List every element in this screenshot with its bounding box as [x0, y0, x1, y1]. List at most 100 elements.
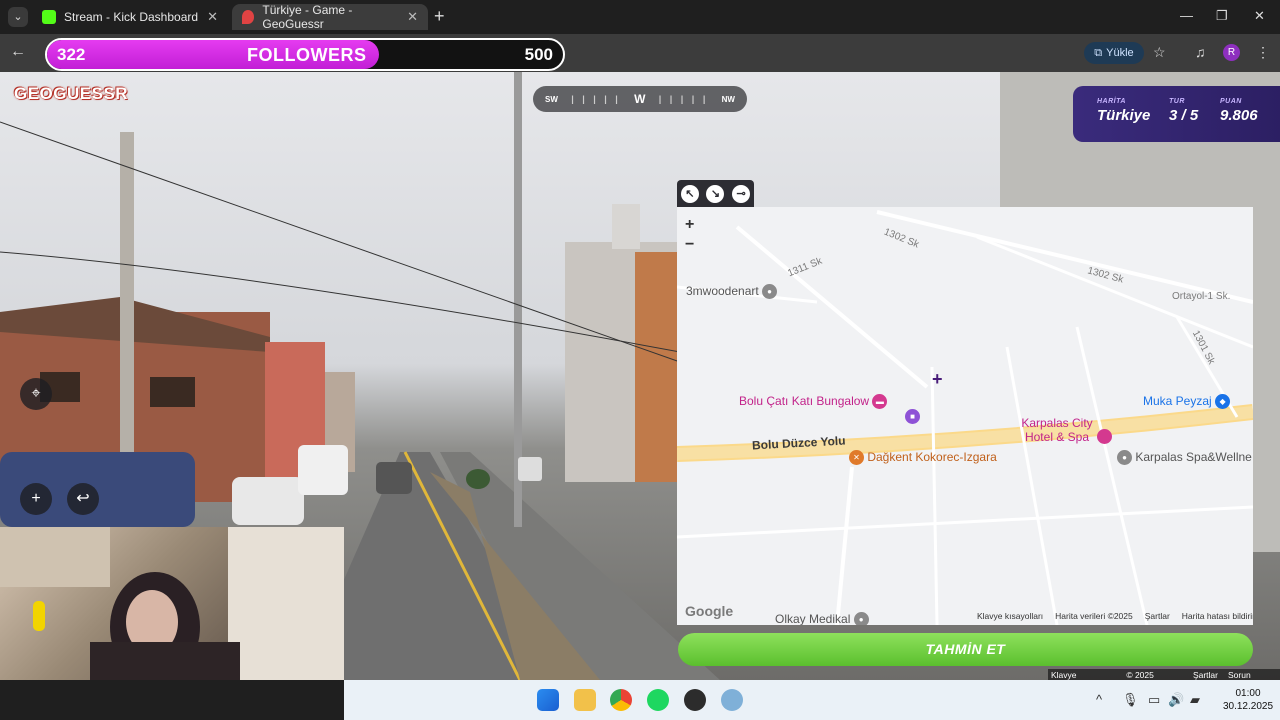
hotel-icon: ▬ [872, 394, 888, 410]
profile-avatar[interactable]: R [1223, 44, 1240, 61]
clock-date: 30.12.2025 [1222, 701, 1274, 712]
map-value: Türkiye [1097, 107, 1151, 124]
report-problem-link[interactable]: Sorun bildirin [1225, 669, 1280, 680]
shrink-map-icon[interactable]: ↘ [706, 184, 725, 203]
location-pin-icon: ● [762, 284, 778, 300]
copyright-label: © 2025 Google [1126, 670, 1154, 680]
maximize-button[interactable]: ❐ [1216, 8, 1228, 24]
keyboard-shortcuts-link[interactable]: Klavye kısayolları [1048, 669, 1119, 680]
obs-icon[interactable] [684, 689, 706, 711]
install-app-button[interactable]: ⧉ Yükle [1084, 42, 1144, 64]
restaurant-icon: ✕ [849, 450, 864, 466]
guess-button[interactable]: TAHMİN ET [678, 633, 1253, 666]
score-value: 9.806 [1220, 107, 1258, 124]
tab-geoguessr[interactable]: Türkiye - Game - GeoGuessr ✕ [232, 3, 428, 31]
new-tab-button[interactable]: + [434, 7, 445, 25]
street-view-panorama[interactable]: GEOGUESSR SW | | | | | W | | | | | NW HA… [0, 72, 1280, 680]
window-close-button[interactable]: ✕ [1254, 8, 1265, 24]
back-arrow-icon[interactable]: ← [10, 43, 26, 61]
tab-title: Türkiye - Game - GeoGuessr [262, 3, 353, 31]
poi-label: Dağkent Kokorec-Izgara [867, 450, 997, 464]
return-to-start-icon[interactable]: ⌖ [20, 378, 52, 410]
map-poi[interactable]: Muka Peyzaj ◆ [1143, 394, 1231, 410]
install-icon: ⧉ [1094, 46, 1103, 59]
game-status-panel: HARİTA Türkiye TUR 3 / 5 PUAN 9.806 [1073, 86, 1280, 142]
tab-search-button[interactable]: ⌄ [8, 7, 28, 27]
chevron-up-icon[interactable]: ^ [1096, 692, 1102, 707]
map-poi[interactable]: Bolu Çatı Katı Bungalow ▬ [739, 394, 888, 410]
install-label: Yükle [1106, 47, 1134, 59]
map-crosshair-icon: + [932, 369, 943, 389]
chrome-icon[interactable] [610, 689, 632, 711]
followers-goal-bar: 322 FOLLOWERS 500 [45, 38, 565, 71]
map-pin-icon [242, 10, 255, 24]
map-poi[interactable]: 3mwoodenart ● [686, 284, 778, 300]
report-map-error-link[interactable]: Harita hatası bildirin [1182, 611, 1253, 621]
compass-right: NW [721, 94, 735, 104]
close-icon[interactable]: ✕ [407, 9, 418, 25]
spotify-icon[interactable] [647, 689, 669, 711]
hotel-icon [1097, 429, 1112, 444]
poi-label: 3mwoodenart [686, 284, 759, 298]
windows-start-icon[interactable] [537, 689, 559, 711]
undo-move-icon[interactable]: ↩ [67, 483, 99, 515]
geoguessr-logo[interactable]: GEOGUESSR [14, 84, 128, 104]
compass-ticks: | | | | | [658, 94, 709, 104]
tab-strip: ⌄ Stream - Kick Dashboard ✕ Türkiye - Ga… [0, 0, 1280, 34]
map-data-label: Harita verileri ©2025 [1055, 611, 1133, 621]
tab-title: Stream - Kick Dashboard [64, 10, 199, 24]
clock-time: 01:00 [1235, 688, 1261, 699]
street-label: Ortayol-1 Sk. [1172, 291, 1231, 302]
terms-link[interactable]: Şartlar [1145, 611, 1170, 621]
round-stat: TUR 3 / 5 [1169, 98, 1198, 124]
poi-label: Karpalas City Hotel & Spa [1021, 416, 1093, 444]
taskbar: ^ 🎙 ▭ 🔊 ▰ 01:00 30.12.2025 [344, 680, 1280, 720]
round-value: 3 / 5 [1169, 107, 1199, 124]
map-poi[interactable]: Karpalas City Hotel & Spa [1012, 416, 1102, 444]
system-clock[interactable]: 01:00 30.12.2025 [1216, 687, 1280, 713]
score-caption: PUAN [1220, 98, 1242, 105]
map-attribution: Klavye kısayolları Harita verileri ©2025… [977, 611, 1253, 621]
poi-label: Olkay Medikal [775, 612, 851, 625]
followers-current: 322 [57, 45, 86, 64]
location-pin-icon: ● [1117, 450, 1132, 466]
zoom-in-button[interactable]: + [20, 483, 52, 515]
compass: SW | | | | | W | | | | | NW [533, 86, 747, 112]
pin-map-icon[interactable]: ⊸ [732, 184, 751, 203]
file-explorer-icon[interactable] [574, 689, 596, 711]
map-zoom-in-button[interactable]: + [685, 215, 694, 235]
network-icon[interactable]: ▭ [1148, 692, 1160, 708]
poi-label: Bolu Çatı Katı Bungalow [739, 394, 870, 408]
keyboard-shortcuts-link[interactable]: Klavye kısayolları [977, 611, 1043, 621]
close-icon[interactable]: ✕ [207, 9, 218, 25]
bookmark-star-icon[interactable]: ☆ [1153, 44, 1166, 61]
google-logo: Google [685, 603, 734, 619]
battery-icon[interactable]: ▰ [1190, 692, 1200, 708]
minimize-button[interactable]: — [1180, 8, 1193, 23]
terms-link[interactable]: Şartlar [1190, 669, 1221, 680]
compass-left: SW [545, 94, 558, 104]
map-poi[interactable]: Olkay Medikal ● [775, 612, 869, 625]
map-caption: HARİTA [1097, 98, 1126, 105]
microphone-icon[interactable]: 🎙 [1122, 692, 1139, 708]
map-poi-shop[interactable]: ■ [905, 409, 920, 425]
followers-label: FOLLOWERS [247, 45, 367, 65]
compass-center: W [634, 92, 646, 106]
map-roads [677, 210, 1253, 625]
kick-icon [42, 10, 56, 24]
lock-icon: ◆ [1215, 394, 1231, 410]
more-menu-icon[interactable]: ⋮ [1256, 44, 1270, 61]
followers-goal: 500 [524, 45, 553, 64]
app-icon[interactable] [721, 689, 743, 711]
tab-kick-dashboard[interactable]: Stream - Kick Dashboard ✕ [32, 4, 228, 30]
map-zoom-controls: + − [685, 215, 694, 255]
compass-ticks: | | | | | [571, 94, 621, 104]
expand-map-icon[interactable]: ↖ [680, 184, 699, 203]
map-poi[interactable]: ✕ Dağkent Kokorec-Izgara [849, 450, 997, 466]
map-size-controls: ↖ ↘ ⊸ [677, 180, 754, 207]
map-zoom-out-button[interactable]: − [685, 235, 694, 255]
map-poi[interactable]: ● Karpalas Spa&Wellne [1117, 450, 1252, 466]
guess-map[interactable]: + − 1302 Sk 1311 Sk 1302 Sk Ortayol-1 Sk… [677, 207, 1253, 625]
media-control-icon[interactable]: ♫ [1195, 44, 1206, 60]
volume-icon[interactable]: 🔊 [1168, 692, 1184, 708]
